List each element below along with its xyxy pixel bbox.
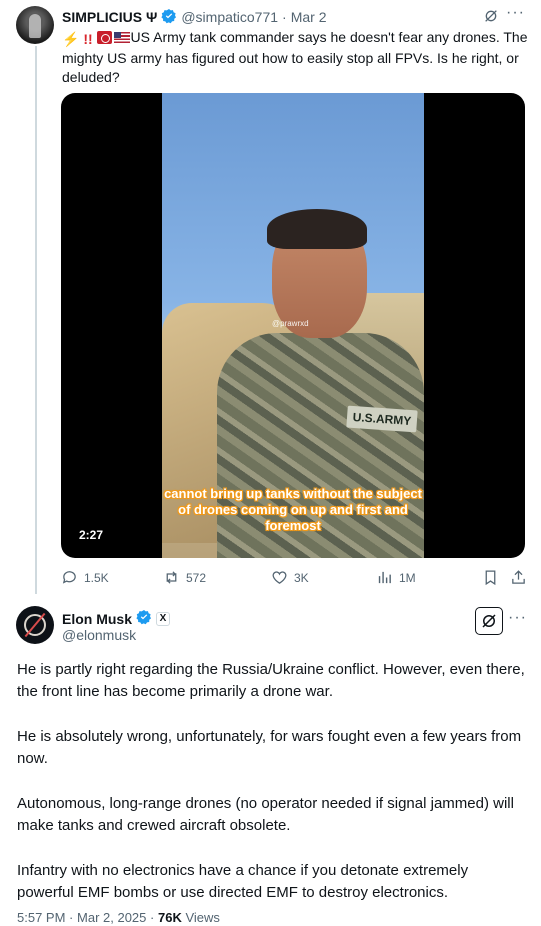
quoted-tweet-text: ⚡ !! US Army tank commander says he does… [62, 28, 530, 87]
quoted-tweet-body: US Army tank commander says he doesn't f… [62, 29, 528, 85]
author-name[interactable]: SIMPLICIUS Ψ [62, 9, 157, 25]
x-affiliate-badge[interactable]: X [156, 611, 171, 626]
seal-icon [96, 31, 112, 44]
verified-badge-icon [136, 609, 152, 628]
share-icon [512, 570, 525, 584]
like-button[interactable]: 3K [271, 569, 309, 586]
views-chart-icon [378, 571, 391, 584]
share-button[interactable] [510, 569, 527, 586]
video-player[interactable]: U.S.ARMY @prawrxd cannot bring up tanks … [61, 93, 525, 558]
video-duration: 2:27 [73, 526, 110, 544]
grok-icon[interactable] [483, 8, 499, 27]
separator-dot: · [150, 910, 155, 925]
tweet-views-count: 76K [157, 910, 182, 925]
tweet-metadata: 5:57 PM · Mar 2, 2025 · 76K Views [17, 910, 220, 925]
heart-icon [272, 571, 287, 584]
repost-button[interactable]: 572 [163, 569, 206, 586]
bookmark-button[interactable] [482, 569, 499, 586]
thread-connector-line [35, 46, 37, 594]
reply-count: 1.5K [84, 570, 109, 585]
repost-count: 572 [186, 570, 207, 585]
tweet-paragraph-4: Infantry with no electronics have a chan… [17, 862, 469, 901]
quoted-tweet-header: SIMPLICIUS Ψ @simpatico771 · Mar 2 ··· [62, 4, 527, 27]
main-author-handle[interactable]: @elonmusk [62, 627, 136, 643]
main-author-name[interactable]: Elon Musk [62, 611, 132, 627]
bookmark-icon [485, 570, 496, 586]
lightning-icon: ⚡ [62, 31, 80, 47]
more-options-icon[interactable]: ··· [508, 609, 527, 627]
tweet-full-date[interactable]: Mar 2, 2025 [77, 910, 146, 925]
tweet-date[interactable]: Mar 2 [291, 9, 327, 25]
separator-dot: · [69, 910, 74, 925]
quoted-tweet-actions: 1.5K 572 3K 1M [61, 569, 527, 587]
author-handle[interactable]: @simpatico771 [181, 9, 278, 25]
elon-musk-avatar[interactable] [16, 606, 54, 644]
simplicius-avatar[interactable] [16, 6, 54, 44]
grok-button[interactable] [475, 607, 503, 635]
tweet-paragraph-1: He is partly right regarding the Russia/… [17, 661, 525, 700]
tweet-views-label: Views [185, 910, 220, 925]
exclamation-icon: !! [83, 31, 93, 47]
us-flag-icon [113, 32, 130, 43]
tweet-time[interactable]: 5:57 PM [17, 910, 65, 925]
video-caption: cannot bring up tanks without the subjec… [164, 486, 422, 533]
reply-icon [62, 571, 76, 584]
main-author-row: Elon Musk X [62, 609, 171, 628]
main-tweet-body: He is partly right regarding the Russia/… [17, 659, 527, 926]
separator-dot: · [282, 9, 287, 25]
views-count: 1M [399, 570, 416, 585]
reply-button[interactable]: 1.5K [61, 569, 109, 586]
more-options-icon[interactable]: ··· [506, 4, 525, 22]
video-frame: U.S.ARMY @prawrxd cannot bring up tanks … [162, 93, 424, 558]
views-button[interactable]: 1M [376, 569, 416, 586]
tweet-paragraph-2: He is absolutely wrong, unfortunately, f… [17, 728, 522, 767]
grok-icon [482, 614, 496, 628]
verified-badge-icon [161, 8, 177, 27]
like-count: 3K [294, 570, 309, 585]
video-watermark: @prawrxd [272, 319, 309, 328]
tweet-paragraph-3: Autonomous, long-range drones (no operat… [17, 795, 514, 834]
repost-icon [166, 571, 177, 584]
